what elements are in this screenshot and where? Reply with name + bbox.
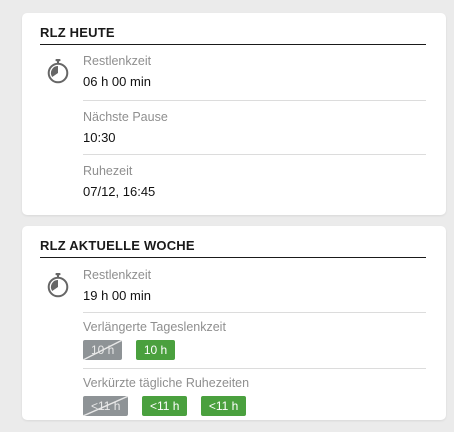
reduced-chip-available: <11 h xyxy=(141,396,188,416)
divider xyxy=(83,154,426,155)
extended-chip-available: 10 h xyxy=(135,340,176,360)
divider xyxy=(83,368,426,369)
rest-time-label: Ruhezeit xyxy=(83,164,133,178)
rlz-today-card: RLZ HEUTE Restlenkzeit 06 h 00 min Nächs… xyxy=(22,13,446,215)
reduced-label: Verkürzte tägliche Ruhezeiten xyxy=(83,376,250,390)
reduced-chip-available: <11 h xyxy=(200,396,247,416)
reduced-rest-times-row: Verkürzte tägliche Ruhezeiten <11 h <11 … xyxy=(83,375,426,416)
rest-time-row: Ruhezeit 07/12, 16:45 xyxy=(83,163,426,200)
next-break-label: Nächste Pause xyxy=(83,110,168,124)
rlz-week-card: RLZ AKTUELLE WOCHE Restlenkzeit 19 h 00 … xyxy=(22,226,446,420)
reduced-chip-used: <11 h xyxy=(83,396,129,416)
remaining-driving-time-today: Restlenkzeit 06 h 00 min xyxy=(83,53,426,90)
divider xyxy=(83,100,426,101)
stopwatch-icon xyxy=(46,272,70,303)
rest-time-value: 07/12, 16:45 xyxy=(83,184,156,199)
next-break-value: 10:30 xyxy=(83,130,116,145)
card-title-today: RLZ HEUTE xyxy=(40,25,426,45)
extended-driving-time-row: Verlängerte Tageslenkzeit 10 h 10 h xyxy=(83,319,426,360)
extended-label: Verlängerte Tageslenkzeit xyxy=(83,320,226,334)
divider xyxy=(83,312,426,313)
reduced-chips: <11 h <11 h <11 h xyxy=(83,396,426,416)
remaining-value: 06 h 00 min xyxy=(83,74,151,89)
remaining-driving-time-week: Restlenkzeit 19 h 00 min xyxy=(83,267,426,304)
remaining-label: Restlenkzeit xyxy=(83,54,152,68)
card-title-week: RLZ AKTUELLE WOCHE xyxy=(40,238,426,258)
extended-chip-used: 10 h xyxy=(83,340,123,360)
remaining-value: 19 h 00 min xyxy=(83,288,151,303)
remaining-label: Restlenkzeit xyxy=(83,268,152,282)
extended-chips: 10 h 10 h xyxy=(83,340,426,360)
stopwatch-icon xyxy=(46,58,70,89)
next-break-row: Nächste Pause 10:30 xyxy=(83,109,426,146)
